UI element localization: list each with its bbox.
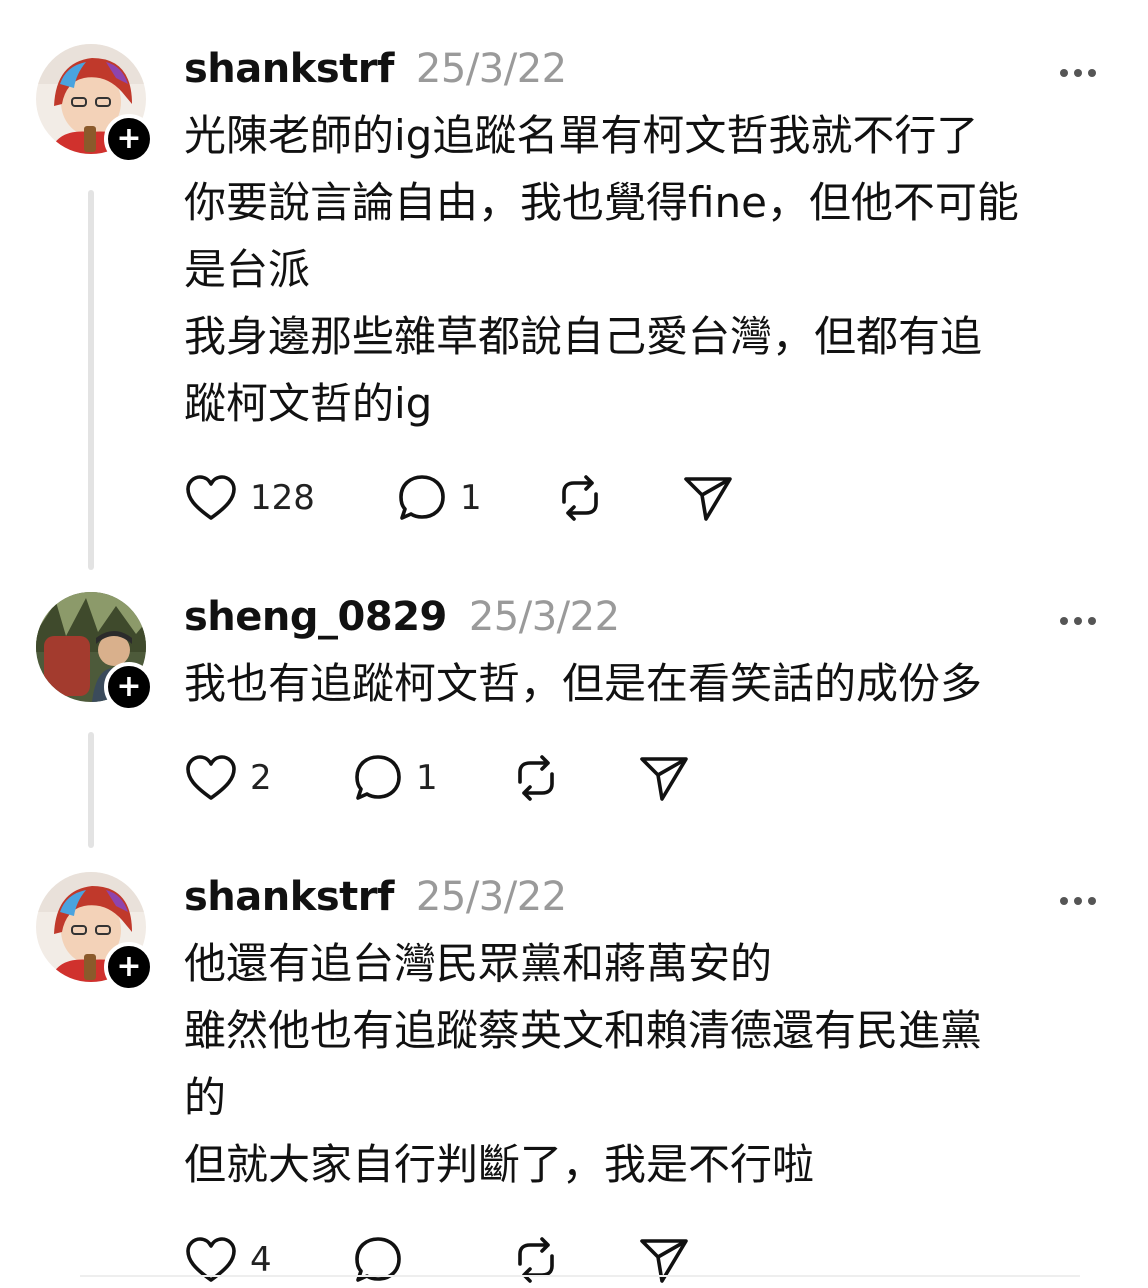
divider <box>80 1275 1080 1277</box>
heart-icon <box>184 753 238 803</box>
send-icon <box>682 473 734 523</box>
post-header: shankstrf 25/3/22 <box>184 46 567 96</box>
like-count: 128 <box>250 478 315 518</box>
post-line: 我身邊那些雜草都說自己愛台灣，但都有追 <box>184 312 983 361</box>
comment-icon <box>396 473 448 523</box>
repost-icon <box>554 472 606 524</box>
timestamp: 25/3/22 <box>415 46 567 92</box>
repost-icon <box>510 1234 562 1286</box>
heart-icon <box>184 1235 238 1285</box>
post-line: 他還有追台灣民眾黨和蔣萬安的 <box>184 939 773 988</box>
follow-plus-icon[interactable]: + <box>104 662 154 712</box>
send-icon <box>638 1235 690 1285</box>
timestamp: 25/3/22 <box>415 874 567 920</box>
action-bar: 128 1 <box>184 470 770 526</box>
username[interactable]: shankstrf <box>184 874 394 920</box>
post-line: 雖然他也有追蹤蔡英文和賴清德還有民進黨 <box>184 1006 983 1055</box>
share-button[interactable] <box>638 750 690 806</box>
more-options-icon[interactable] <box>1058 612 1098 625</box>
username[interactable]: shankstrf <box>184 46 394 92</box>
post-body: 光陳老師的ig追蹤名單有柯文哲我就不行了 你要說言論自由，我也覺得fine，但他… <box>184 102 1108 437</box>
post-line: 是台派 <box>184 245 311 294</box>
post-header: shankstrf 25/3/22 <box>184 874 567 924</box>
reply-count: 1 <box>460 478 482 518</box>
like-button[interactable]: 128 <box>184 470 360 526</box>
follow-plus-icon[interactable]: + <box>104 114 154 164</box>
thread-line <box>88 190 94 570</box>
post-body: 他還有追台灣民眾黨和蔣萬安的 雖然他也有追蹤蔡英文和賴清德還有民進黨 的 但就大… <box>184 930 1108 1198</box>
post-line: 光陳老師的ig追蹤名單有柯文哲我就不行了 <box>184 111 979 160</box>
post-line: 但就大家自行判斷了，我是不行啦 <box>184 1140 815 1189</box>
post-body: 我也有追蹤柯文哲，但是在看笑話的成份多 <box>184 650 1108 717</box>
like-count: 4 <box>250 1240 272 1280</box>
thread-line <box>88 732 94 848</box>
post-header: sheng_0829 25/3/22 <box>184 594 620 644</box>
action-bar: 2 1 <box>184 750 726 806</box>
reply-count: 1 <box>416 758 438 798</box>
username[interactable]: sheng_0829 <box>184 594 447 640</box>
share-button[interactable] <box>682 470 734 526</box>
comment-icon <box>352 1235 404 1285</box>
reply-button[interactable]: 1 <box>396 470 518 526</box>
follow-plus-icon[interactable]: + <box>104 942 154 992</box>
heart-icon <box>184 473 238 523</box>
post-line: 蹤柯文哲的ig <box>184 379 433 428</box>
comment-icon <box>352 753 404 803</box>
more-options-icon[interactable] <box>1058 892 1098 905</box>
reply-button[interactable]: 1 <box>352 750 474 806</box>
post-line: 你要說言論自由，我也覺得fine，但他不可能 <box>184 178 1019 227</box>
repost-button[interactable] <box>510 750 602 806</box>
repost-button[interactable] <box>554 470 646 526</box>
repost-icon <box>510 752 562 804</box>
timestamp: 25/3/22 <box>468 594 620 640</box>
post-line: 的 <box>184 1073 227 1122</box>
more-options-icon[interactable] <box>1058 64 1098 77</box>
post-line: 我也有追蹤柯文哲，但是在看笑話的成份多 <box>184 659 983 708</box>
send-icon <box>638 753 690 803</box>
like-button[interactable]: 2 <box>184 750 316 806</box>
like-count: 2 <box>250 758 272 798</box>
